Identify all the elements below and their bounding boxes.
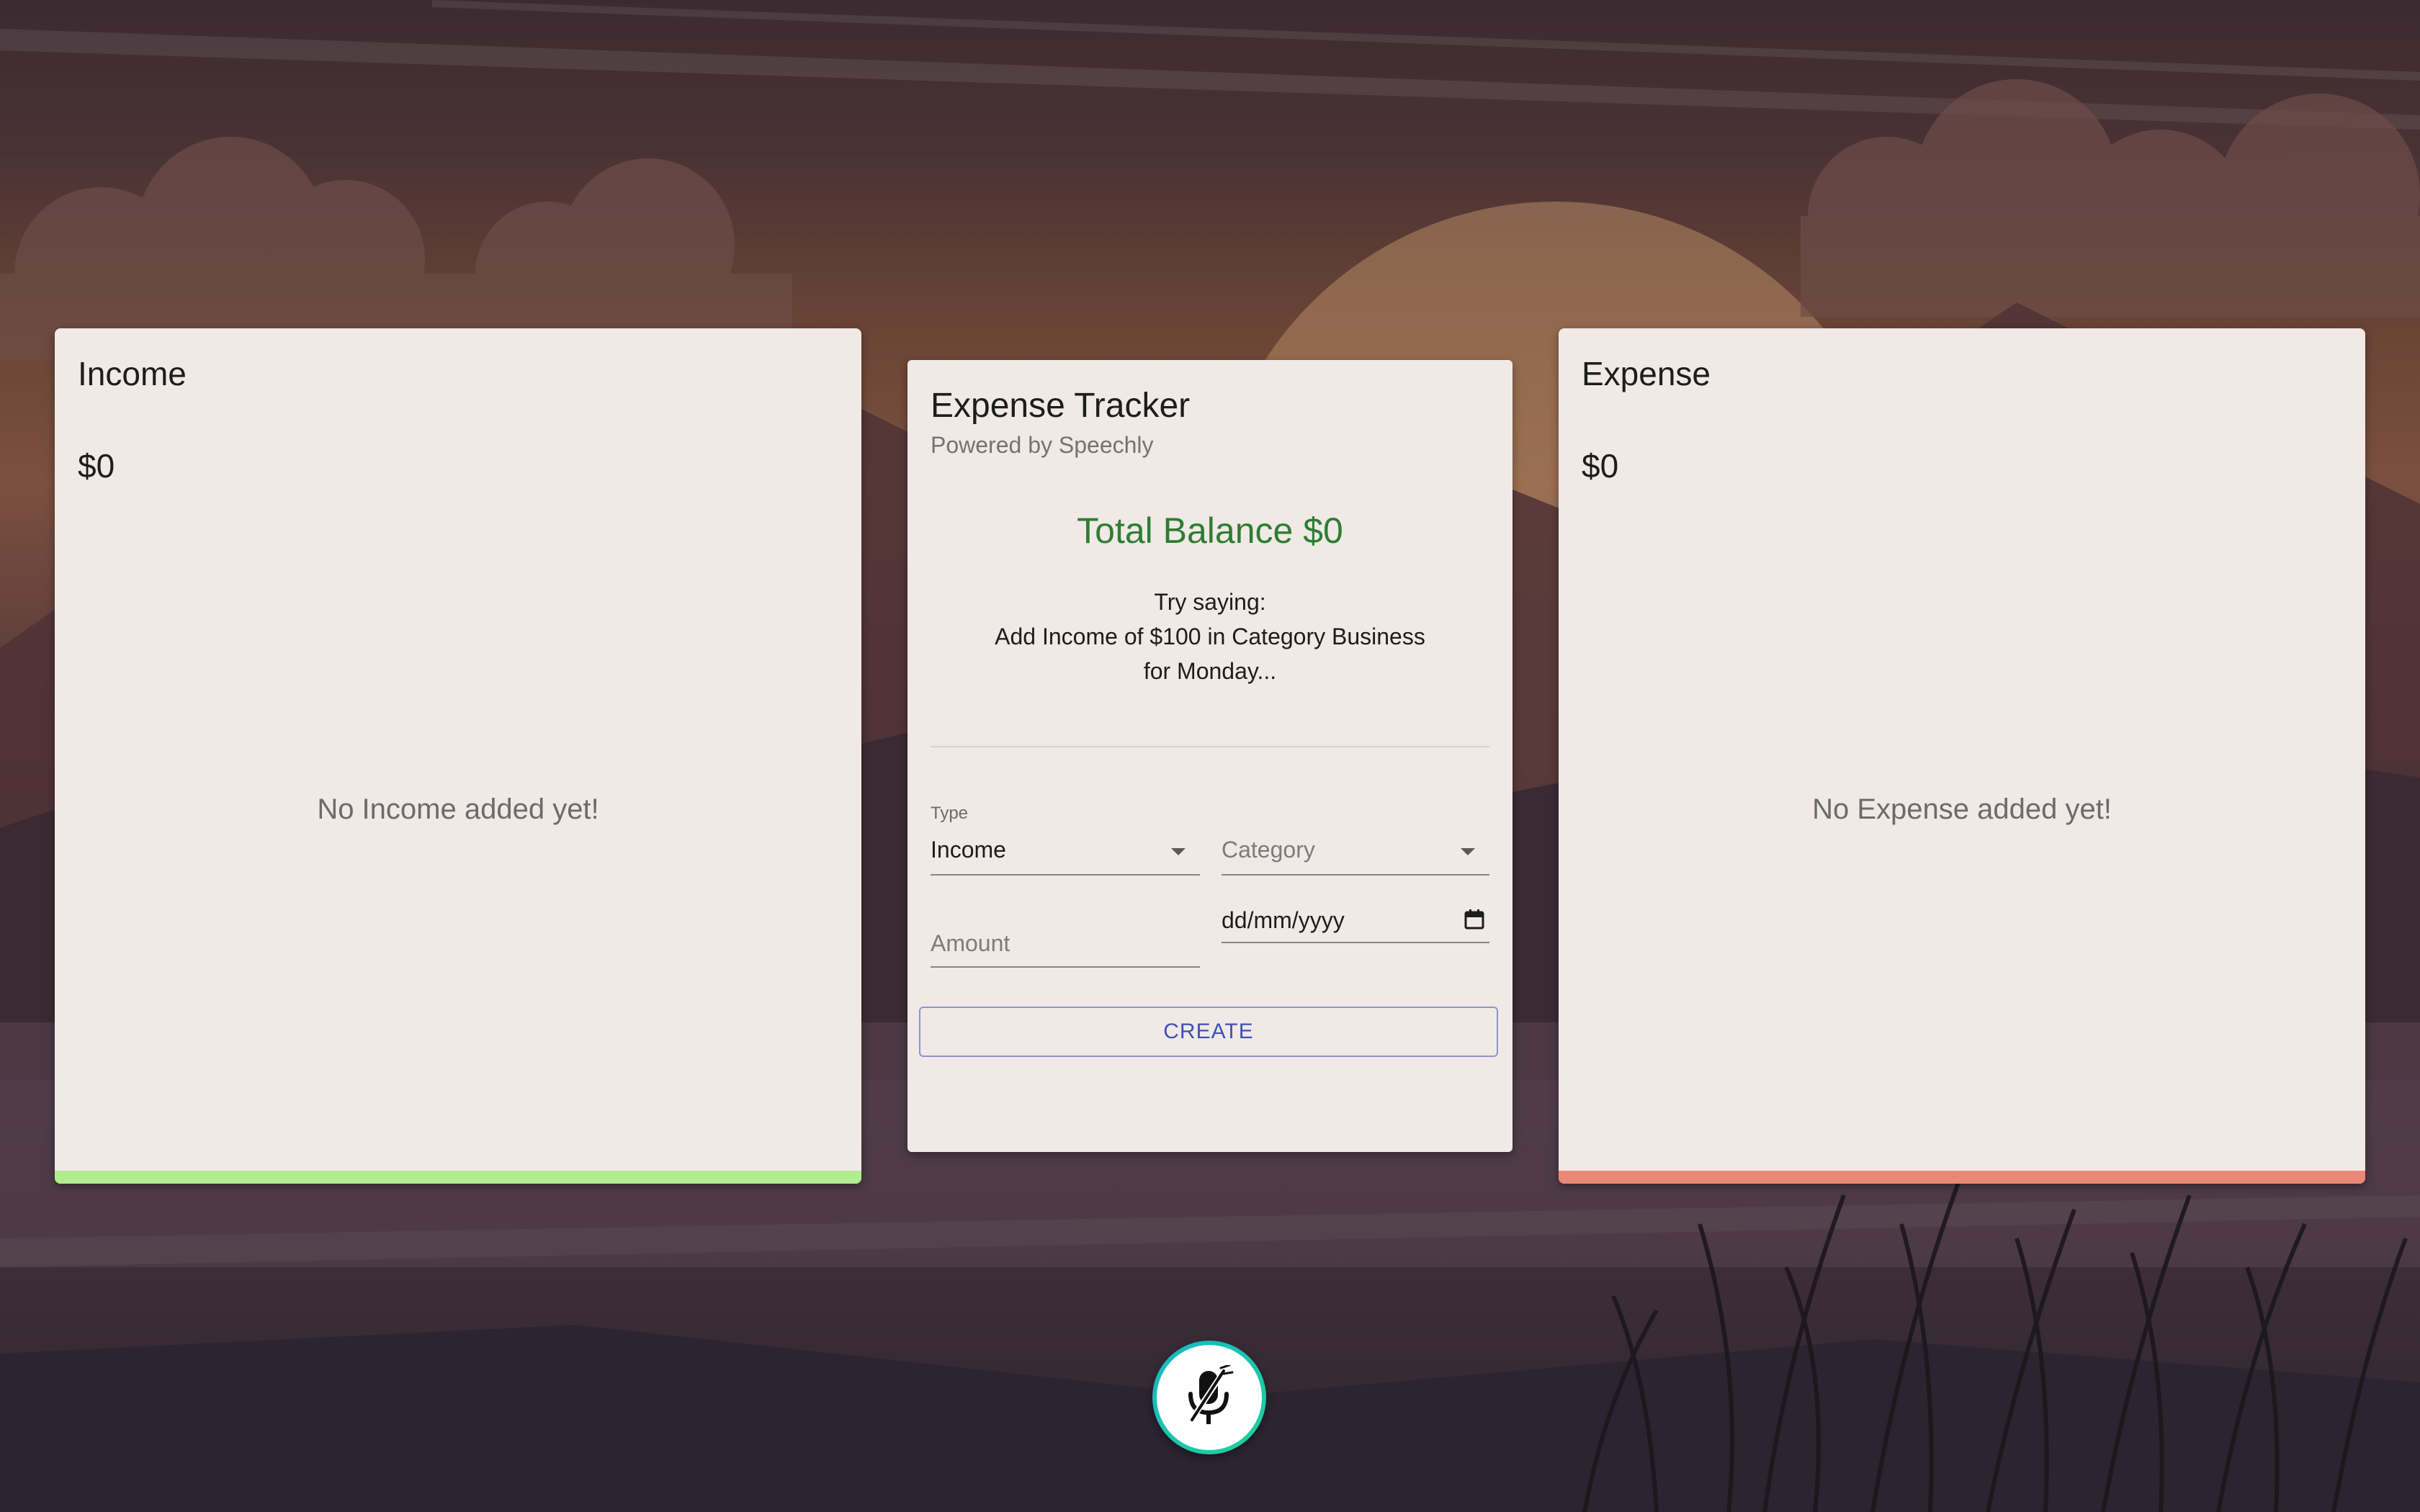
date-input[interactable]: dd/mm/yyyy (1222, 899, 1489, 943)
date-underline (1222, 942, 1489, 943)
microphone-muted-icon (1188, 1365, 1234, 1424)
income-card: Income $0 No Income added yet! (55, 328, 861, 1184)
divider (931, 746, 1489, 747)
amount-input[interactable]: Amount (931, 909, 1200, 968)
tracker-title: Expense Tracker (931, 387, 1191, 425)
date-placeholder: dd/mm/yyyy (1222, 907, 1345, 933)
type-underline (931, 874, 1200, 876)
type-value: Income (931, 837, 1006, 863)
chevron-down-icon (1461, 848, 1475, 855)
voice-hint: Try saying: Add Income of $100 in Catego… (951, 585, 1469, 688)
amount-underline (931, 966, 1200, 968)
tracker-subtitle: Powered by Speechly (931, 432, 1154, 458)
expense-title: Expense (1582, 355, 1711, 392)
expense-accent-bar (1559, 1171, 2365, 1184)
type-select[interactable]: Type Income (931, 804, 1200, 876)
income-accent-bar (55, 1171, 861, 1184)
create-button[interactable]: CREATE (919, 1007, 1498, 1057)
category-underline (1222, 874, 1489, 876)
category-select[interactable]: Category (1222, 804, 1489, 876)
expense-amount: $0 (1582, 447, 1619, 485)
push-to-talk-button[interactable] (1152, 1341, 1266, 1454)
calendar-icon[interactable] (1464, 909, 1485, 930)
income-empty-message: No Income added yet! (317, 793, 599, 825)
income-amount: $0 (78, 447, 115, 485)
hint-line-3: for Monday... (1143, 658, 1277, 684)
hint-line-2: Add Income of $100 in Category Business (995, 624, 1425, 649)
amount-placeholder: Amount (931, 930, 1010, 956)
chevron-down-icon (1171, 848, 1186, 855)
expense-card: Expense $0 No Expense added yet! (1559, 328, 2365, 1184)
category-placeholder: Category (1222, 837, 1315, 863)
mic-button-face[interactable] (1157, 1345, 1262, 1450)
income-title: Income (78, 355, 187, 392)
type-label: Type (931, 804, 969, 823)
hint-line-1: Try saying: (1154, 589, 1266, 615)
expense-tracker-card: Expense Tracker Powered by Speechly Tota… (908, 360, 1512, 1152)
total-balance: Total Balance $0 (1077, 510, 1343, 551)
expense-empty-message: No Expense added yet! (1812, 793, 2112, 825)
